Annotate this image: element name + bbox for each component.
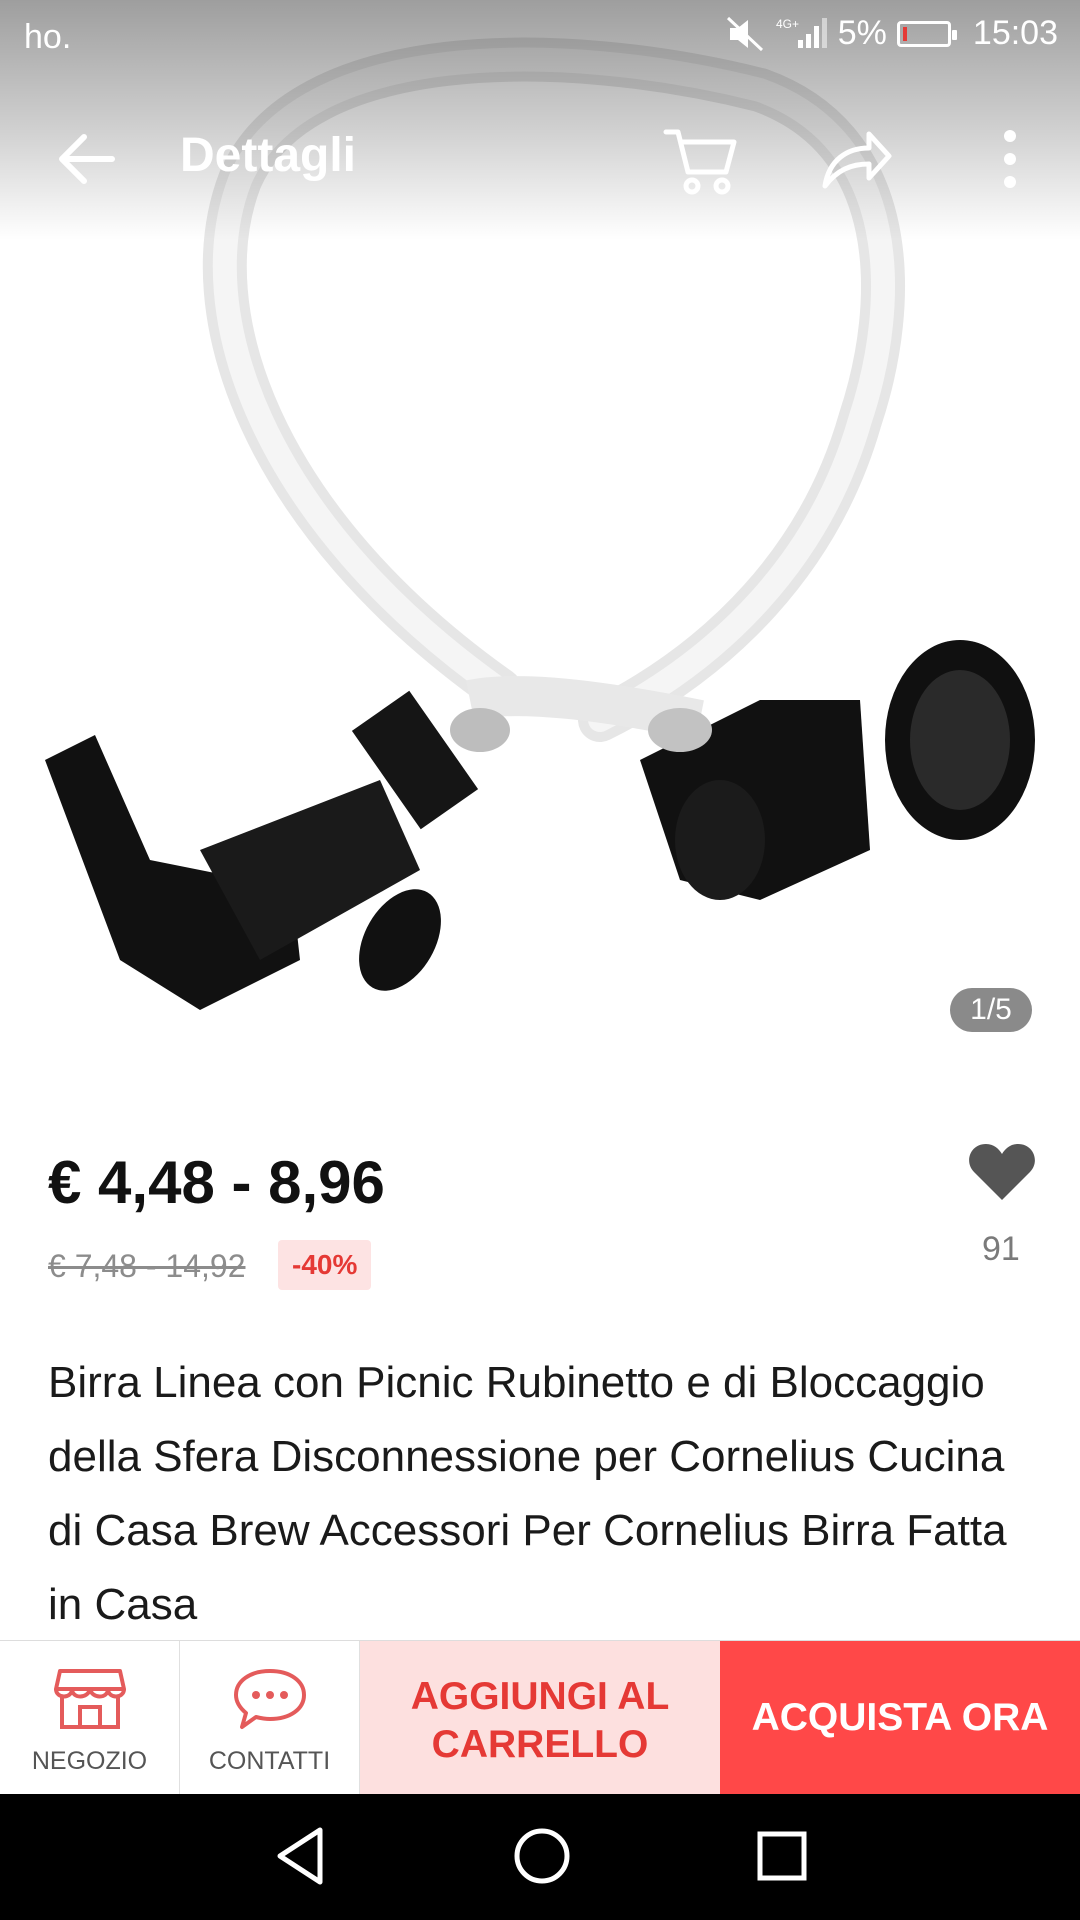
clock: 15:03: [972, 14, 1058, 52]
store-button[interactable]: NEGOZIO: [0, 1641, 180, 1795]
contact-label: CONTATTI: [208, 1747, 331, 1775]
heart-icon[interactable]: [968, 1140, 1036, 1202]
discount-badge: -40%: [278, 1240, 372, 1290]
app-bar: Dettagli: [0, 100, 1080, 215]
page-title: Dettagli: [180, 129, 357, 182]
buy-now-label: ACQUISTA ORA: [751, 1696, 1049, 1739]
store-icon: [53, 1669, 126, 1729]
svg-text:4G+: 4G+: [776, 17, 799, 31]
add-to-cart-button[interactable]: AGGIUNGI AL CARRELLO: [360, 1641, 720, 1795]
store-label: NEGOZIO: [31, 1747, 148, 1775]
nav-home-icon[interactable]: [510, 1824, 574, 1888]
product-title: Birra Linea con Picnic Rubinetto e di Bl…: [48, 1358, 1007, 1629]
image-counter: 1/5: [950, 988, 1032, 1032]
more-vert-icon[interactable]: [990, 124, 1030, 194]
add-to-cart-label: AGGIUNGI AL CARRELLO: [410, 1675, 670, 1766]
bottom-action-bar: NEGOZIO CONTATTI AGGIUNGI AL CARRELLO AC…: [0, 1640, 1080, 1795]
mute-icon: [726, 16, 763, 51]
system-nav-bar: [0, 1794, 1080, 1920]
original-price: € 7,48 - 14,92: [48, 1248, 246, 1284]
signal-icon: 4G+: [776, 17, 827, 48]
battery-icon: [896, 20, 957, 47]
battery-percent: 5%: [837, 14, 887, 52]
buy-now-button[interactable]: ACQUISTA ORA: [720, 1641, 1080, 1795]
nav-recents-icon[interactable]: [752, 1824, 812, 1888]
contact-button[interactable]: CONTATTI: [180, 1641, 360, 1795]
share-icon[interactable]: [815, 122, 895, 202]
status-bar: ho. 4G+ 5% 15:03: [0, 0, 1080, 74]
back-arrow-icon[interactable]: [52, 124, 122, 194]
cart-icon[interactable]: [660, 120, 740, 200]
chat-bubble-icon: [233, 1669, 306, 1729]
wishlist-count: 91: [982, 1230, 1020, 1268]
carrier-label: ho.: [24, 18, 72, 56]
nav-back-icon[interactable]: [270, 1824, 330, 1888]
price-range: € 4,48 - 8,96: [48, 1149, 385, 1216]
